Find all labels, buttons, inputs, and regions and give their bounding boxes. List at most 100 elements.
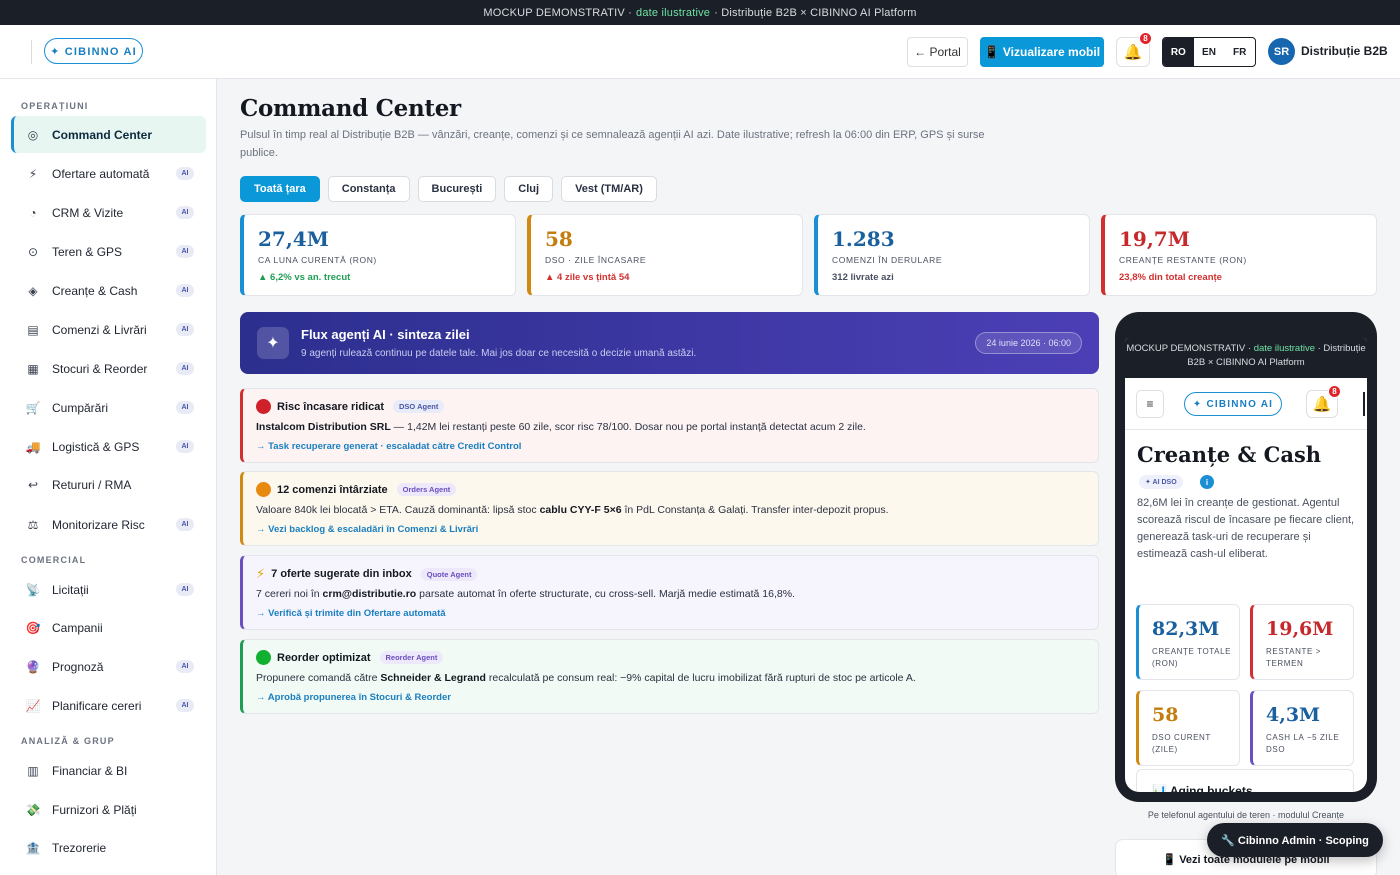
notifications-button[interactable]: 🔔 8 — [1116, 32, 1152, 67]
hamburger-menu-icon[interactable]: ≡ — [1136, 390, 1164, 418]
alert-title-row: Risc încasare ridicat DSO Agent — [256, 399, 445, 414]
sidebar-item-icon: 🔮 — [25, 659, 41, 674]
alert-body: 7 cereri noi în crm@distributie.ro parsa… — [256, 588, 795, 600]
section-comercial: COMERCIAL — [21, 555, 87, 565]
sidebar-item-prognoza[interactable]: 🔮 Prognoză AI — [11, 648, 206, 685]
ai-agents-summary-banner: ✦ Flux agenți AI · sinteza zilei 9 agenț… — [240, 312, 1099, 374]
phone-demo-banner: MOCKUP DEMONSTRATIV · date ilustrative ·… — [1125, 338, 1367, 378]
phone-kpi-total-receivables: 82,3M CREANȚE TOTALE (RON) — [1136, 604, 1240, 680]
phone-kpi-label: RESTANTE > TERMEN — [1266, 647, 1321, 668]
phone-icon: 📱 — [983, 45, 999, 59]
sidebar-item-crm-vizite[interactable]: ◔ CRM & Vizite AI — [11, 194, 206, 231]
phone-kpi-cash: 4,3M CASH LA −5 ZILE DSO — [1250, 690, 1354, 766]
alert-body-text: în PdL Constanța & Galați. Transfer inte… — [621, 504, 889, 516]
cibinno-admin-button[interactable]: 🔧 Cibinno Admin · Scoping — [1207, 823, 1383, 857]
alert-body-text: Propunere comandă către — [256, 672, 381, 684]
sidebar-item-ofertare-automata[interactable]: ⚡ Ofertare automată AI — [11, 155, 206, 192]
alert-card-suggested-quotes: ⚡ 7 oferte sugerate din inbox Quote Agent 7… — [240, 555, 1099, 630]
language-switcher: RO EN FR — [1162, 37, 1256, 67]
sidebar-item-licitatii[interactable]: 📡 Licitații AI — [11, 571, 206, 608]
sidebar-item-trezorerie[interactable]: 🏦 Trezorerie — [11, 829, 206, 866]
tab-bucuresti[interactable]: București — [417, 176, 497, 202]
sidebar-item-comenzi-livrari[interactable]: ▤ Comenzi & Livrări AI — [11, 311, 206, 348]
phone-banner-highlight: date ilustrative — [1253, 343, 1315, 354]
mobile-view-button[interactable]: 📱 Vizualizare mobil — [980, 37, 1104, 67]
portal-button[interactable]: ← Portal — [907, 37, 968, 67]
agent-tag: DSO Agent — [393, 400, 445, 413]
tab-toata-tara[interactable]: Toată țara — [240, 176, 320, 202]
alert-action-link[interactable]: → Aprobă propunerea în Stocuri & Reorder — [256, 692, 451, 703]
alert-body-bold: crm@distributie.ro — [322, 588, 417, 600]
lang-ro-button[interactable]: RO — [1163, 38, 1194, 66]
status-dot-icon — [256, 650, 271, 665]
lang-en-button[interactable]: EN — [1194, 38, 1225, 66]
phone-kpi-overdue: 19,6M RESTANTE > TERMEN — [1250, 604, 1354, 680]
tab-cluj[interactable]: Cluj — [504, 176, 554, 202]
agent-tag: Reorder Agent — [379, 651, 444, 664]
phone-cibinno-logo[interactable]: ✦ CIBINNO AI — [1184, 392, 1282, 416]
phone-scrollbar[interactable] — [1363, 392, 1365, 416]
sidebar-item-label: Command Center — [52, 127, 153, 142]
tab-vest[interactable]: Vest (TM/AR) — [561, 176, 657, 202]
alert-title: 7 oferte sugerate din inbox — [271, 568, 412, 580]
sidebar-item-icon: 🎯 — [25, 620, 41, 635]
sidebar-item-creante-cash[interactable]: ◈ Creanțe & Cash AI — [11, 272, 206, 309]
sidebar-item-logistica-gps[interactable]: 🚚 Logistică & GPS AI — [11, 428, 206, 465]
kpi-card-orders: 1.283 COMENZI ÎN DERULARE 312 livrate az… — [814, 214, 1090, 296]
sidebar-item-retururi-rma[interactable]: ↩ Retururi / RMA — [11, 466, 206, 503]
tab-constanta[interactable]: Constanța — [327, 176, 410, 202]
alert-body: Propunere comandă către Schneider & Legr… — [256, 672, 916, 684]
user-avatar[interactable]: SR — [1268, 38, 1295, 65]
ai-badge: AI — [176, 660, 194, 673]
alert-action-link[interactable]: → Vezi backlog & escaladări în Comenzi &… — [256, 524, 478, 535]
page-title: Command Center — [240, 95, 461, 122]
section-operatiuni: OPERAȚIUNI — [21, 101, 89, 111]
sidebar-item-financiar-bi[interactable]: ▥ Financiar & BI — [11, 752, 206, 789]
kpi-value: 58 — [545, 227, 573, 251]
alert-body-bold: Schneider & Legrand — [380, 672, 486, 684]
sidebar-item-label: Creanțe & Cash — [52, 283, 138, 298]
aging-buckets-card[interactable]: 📊 Aging buckets — [1136, 769, 1354, 792]
kpi-label: COMENZI ÎN DERULARE — [832, 255, 943, 265]
sidebar-item-campanii[interactable]: 🎯 Campanii — [11, 609, 206, 646]
sidebar-item-icon: 📡 — [25, 582, 41, 597]
phone-kpi-value: 82,3M — [1152, 618, 1220, 640]
hero-subtitle: 9 agenți rulează continuu pe datele tale… — [301, 348, 697, 359]
sidebar-item-label: Ofertare automată — [52, 166, 150, 181]
sidebar-item-monitorizare-risc[interactable]: ⚖ Monitorizare Risc AI — [11, 506, 206, 543]
info-icon[interactable]: i — [1200, 475, 1214, 489]
section-analiza-grup: ANALIZĂ & GRUP — [21, 736, 115, 746]
lang-fr-button[interactable]: FR — [1224, 38, 1255, 66]
status-dot-icon — [256, 482, 271, 497]
sidebar-item-icon: 🚚 — [25, 439, 41, 454]
alert-action-link[interactable]: → Task recuperare generat · escaladat că… — [256, 441, 521, 452]
sidebar-item-icon: ▤ — [27, 322, 39, 337]
sidebar-item-label: Prognoză — [52, 659, 104, 674]
sidebar-item-label: Financiar & BI — [52, 763, 128, 778]
sidebar-item-teren-gps[interactable]: ⊙ Teren & GPS AI — [11, 233, 206, 270]
kpi-delta: ▲ 6,2% vs an. trecut — [258, 272, 351, 283]
tenant-name[interactable]: Distribuție B2B — [1301, 44, 1388, 58]
ai-badge: AI — [176, 284, 194, 297]
status-dot-icon — [256, 399, 271, 414]
hero-date-badge: 24 iunie 2026 · 06:00 — [975, 332, 1082, 354]
phone-header: ≡ ✦ CIBINNO AI 🔔 8 — [1125, 378, 1367, 430]
cibinno-logo[interactable]: ✦ CIBINNO AI — [44, 38, 143, 64]
banner-suffix: · Distribuție B2B × CIBINNO AI Platform — [714, 6, 917, 19]
sidebar-item-command-center[interactable]: ◎ Command Center — [11, 116, 206, 153]
app-header: ✦ CIBINNO AI ← Portal 📱 Vizualizare mobi… — [0, 25, 1400, 79]
sidebar-item-furnizori-plati[interactable]: 💸 Furnizori & Plăți — [11, 791, 206, 828]
alert-action-link[interactable]: → Verifică și trimite din Ofertare autom… — [256, 608, 446, 619]
alert-title: 12 comenzi întârziate — [277, 483, 388, 496]
sidebar-item-cumparari[interactable]: 🛒 Cumpărări AI — [11, 389, 206, 426]
kpi-label: CA LUNA CURENTĂ (RON) — [258, 255, 377, 265]
phone-notifications-button[interactable]: 🔔 8 — [1306, 385, 1341, 418]
sidebar-item-planificare-cereri[interactable]: 📈 Planificare cereri AI — [11, 687, 206, 724]
sidebar-item-stocuri-reorder[interactable]: ▦ Stocuri & Reorder AI — [11, 350, 206, 387]
kpi-value: 27,4M — [258, 227, 329, 251]
agent-tag: Quote Agent — [420, 567, 478, 581]
alert-card-delayed-orders: 12 comenzi întârziate Orders Agent Valoare… — [240, 471, 1099, 546]
bell-icon: 🔔 — [1312, 396, 1332, 413]
alert-body-text: recalculată pe consum real: −9% capital … — [485, 672, 916, 684]
alert-title-row: Reorder optimizat Reorder Agent — [256, 650, 444, 665]
